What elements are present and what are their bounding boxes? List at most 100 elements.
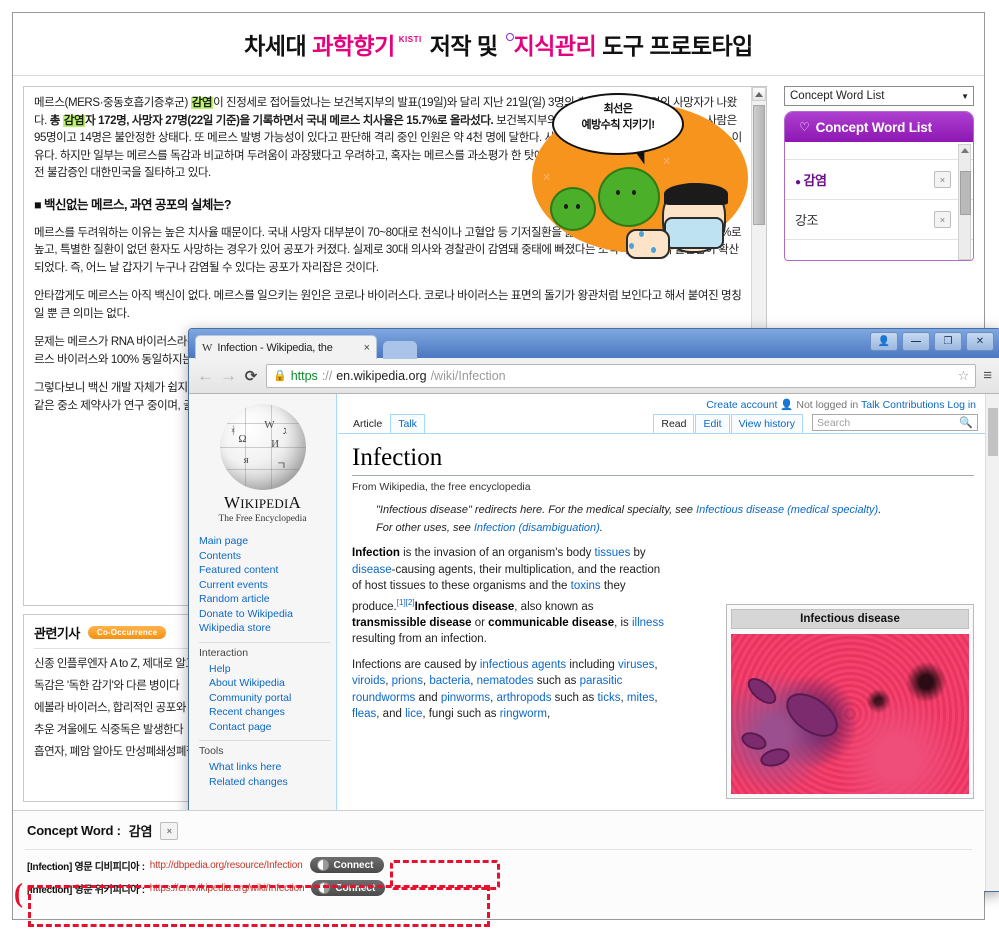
sidebar-link-contact-page[interactable]: Contact page xyxy=(199,720,330,735)
sidebar-link-store[interactable]: Wikipedia store xyxy=(199,621,330,636)
sidebar-link-featured-content[interactable]: Featured content xyxy=(199,563,330,578)
search-icon[interactable]: 🔍 xyxy=(959,416,973,429)
wikipedia-logo[interactable]: W Ω И я ㄱ ᚼ ג WIKIPEDIA The Free Encyclo… xyxy=(208,404,318,524)
link-tissues[interactable]: tissues xyxy=(595,547,631,559)
sidebar-link-main-page[interactable]: Main page xyxy=(199,534,330,549)
url-host: en.wikipedia.org xyxy=(336,368,427,383)
sidebar-link-community-portal[interactable]: Community portal xyxy=(199,691,330,706)
concept-list-scrollbar[interactable] xyxy=(958,144,971,260)
talk-link[interactable]: Talk xyxy=(861,399,880,411)
article-paragraph: 안타깝게도 메르스는 아직 백신이 없다. 메르스를 일으키는 원인은 코로나 … xyxy=(34,290,742,320)
scroll-up-button[interactable] xyxy=(960,146,969,155)
user-icon: 👤 xyxy=(780,399,794,411)
remove-concept-word-button[interactable]: × xyxy=(934,211,951,228)
wikipedia-nav-group-navigation: Main page Contents Featured content Curr… xyxy=(189,534,336,789)
link-infectious-agents[interactable]: infectious agents xyxy=(480,659,566,671)
term-infection: Infection xyxy=(352,547,400,559)
remove-concept-word-button[interactable]: × xyxy=(934,171,951,188)
sidebar-link-help[interactable]: Help xyxy=(199,662,330,677)
cell-shape xyxy=(738,729,769,754)
search-input[interactable]: Search xyxy=(817,417,959,429)
sidebar-link-about[interactable]: About Wikipedia xyxy=(199,676,330,691)
link-viroids[interactable]: viroids xyxy=(352,675,385,687)
wikipedia-scrollbar[interactable] xyxy=(985,394,999,891)
link-ringworm[interactable]: ringworm xyxy=(500,708,547,720)
sidebar-link-related-changes[interactable]: Related changes xyxy=(199,775,330,790)
link-fleas[interactable]: fleas xyxy=(352,708,376,720)
term-communicable-disease: communicable disease xyxy=(488,616,615,629)
sidebar-link-random-article[interactable]: Random article xyxy=(199,592,330,607)
create-account-link[interactable]: Create account xyxy=(706,399,777,411)
link-disease[interactable]: disease xyxy=(352,564,392,576)
link-pinworms[interactable]: pinworms xyxy=(441,692,490,704)
back-icon[interactable]: ← xyxy=(197,366,214,386)
link-toxins[interactable]: toxins xyxy=(571,580,601,592)
sidebar-link-what-links-here[interactable]: What links here xyxy=(199,760,330,775)
hatnote-period: . xyxy=(878,504,882,516)
browser-tab[interactable]: W Infection - Wikipedia, the × xyxy=(195,335,377,359)
close-tab-icon[interactable]: × xyxy=(364,342,370,354)
scrollbar-thumb[interactable] xyxy=(988,408,998,456)
reference-marker[interactable]: [1][2] xyxy=(397,598,415,607)
list-item[interactable]: 강조 × xyxy=(785,200,973,240)
link-bacteria[interactable]: bacteria xyxy=(429,675,470,687)
link-viruses[interactable]: viruses xyxy=(618,659,654,671)
text: , xyxy=(547,708,551,721)
scrollbar-thumb[interactable] xyxy=(960,171,971,215)
close-window-button[interactable]: ✕ xyxy=(966,332,994,351)
hatnote-link-medical-specialty[interactable]: Infectious disease (medical specialty) xyxy=(696,504,878,516)
link-mites[interactable]: mites xyxy=(627,692,654,704)
connect-button-wikipedia[interactable]: Connect xyxy=(311,880,386,896)
hamburger-menu-icon[interactable]: ≡ xyxy=(983,367,992,384)
browser-titlebar[interactable]: W Infection - Wikipedia, the × 👤 — ❐ ✕ xyxy=(189,329,999,359)
title-part-6: 프로토타입 xyxy=(649,33,754,59)
login-link[interactable]: Log in xyxy=(947,399,976,411)
list-item[interactable]: ● 감염 × xyxy=(785,160,973,200)
link-arthropods[interactable]: arthropods xyxy=(496,692,551,704)
tab-edit[interactable]: Edit xyxy=(695,414,730,433)
link-ticks[interactable]: ticks xyxy=(597,692,620,704)
connect-button-dbpedia[interactable]: Connect xyxy=(309,857,384,873)
wordmark-a: A xyxy=(288,493,302,512)
sidebar-link-donate[interactable]: Donate to Wikipedia xyxy=(199,607,330,622)
url-path: /wiki/Infection xyxy=(430,368,506,383)
scrollbar-thumb[interactable] xyxy=(753,105,765,225)
tab-article[interactable]: Article xyxy=(346,415,389,433)
title-part-2: 과학향기 xyxy=(312,33,395,59)
close-concept-word-button[interactable]: × xyxy=(160,821,179,840)
new-tab-button[interactable] xyxy=(383,341,417,359)
link-lice[interactable]: lice xyxy=(405,708,422,720)
concept-list-dropdown[interactable]: Concept Word List ▼ xyxy=(784,86,974,106)
address-bar[interactable]: 🔒 https://en.wikipedia.org/wiki/Infectio… xyxy=(266,363,977,388)
resource-url[interactable]: https://en.wikipedia.org/wiki/Infection xyxy=(150,883,305,894)
chevron-down-icon: ▼ xyxy=(961,91,969,101)
sidebar-link-contents[interactable]: Contents xyxy=(199,549,330,564)
tab-talk[interactable]: Talk xyxy=(390,414,425,433)
browser-window[interactable]: W Infection - Wikipedia, the × 👤 — ❐ ✕ ←… xyxy=(188,328,999,892)
minimize-button[interactable]: — xyxy=(902,332,930,351)
text: Infections are caused by xyxy=(352,658,480,671)
wikipedia-search-box[interactable]: Search 🔍 xyxy=(812,414,978,431)
bookmark-star-icon[interactable]: ☆ xyxy=(958,368,970,384)
resource-label: [Infection] 영문 위키피디아 : xyxy=(27,884,145,896)
reload-icon[interactable]: ⟳ xyxy=(243,367,259,385)
tab-view-history[interactable]: View history xyxy=(730,414,803,433)
text: , xyxy=(654,691,658,704)
forward-icon[interactable]: → xyxy=(220,366,237,386)
hatnote-other-uses: For other uses, see Infection (disambigu… xyxy=(376,520,974,536)
sidebar-link-current-events[interactable]: Current events xyxy=(199,578,330,593)
link-nematodes[interactable]: nematodes xyxy=(477,675,534,687)
scroll-up-button[interactable] xyxy=(752,87,766,101)
water-droplet xyxy=(651,247,656,253)
link-prions[interactable]: prions xyxy=(392,675,423,687)
resource-url[interactable]: http://dbpedia.org/resource/Infection xyxy=(150,860,303,871)
hatnote-link-disambiguation[interactable]: Infection (disambiguation) xyxy=(474,522,600,534)
contributions-link[interactable]: Contributions xyxy=(883,399,945,411)
user-profile-button[interactable]: 👤 xyxy=(870,332,898,351)
maximize-button[interactable]: ❐ xyxy=(934,332,962,351)
sidebar-link-recent-changes[interactable]: Recent changes xyxy=(199,705,330,720)
hatnote-period: . xyxy=(599,522,603,534)
wordmark-rest: IKIPEDI xyxy=(240,496,289,511)
tab-read[interactable]: Read xyxy=(653,414,695,433)
link-illness[interactable]: illness xyxy=(632,617,664,629)
